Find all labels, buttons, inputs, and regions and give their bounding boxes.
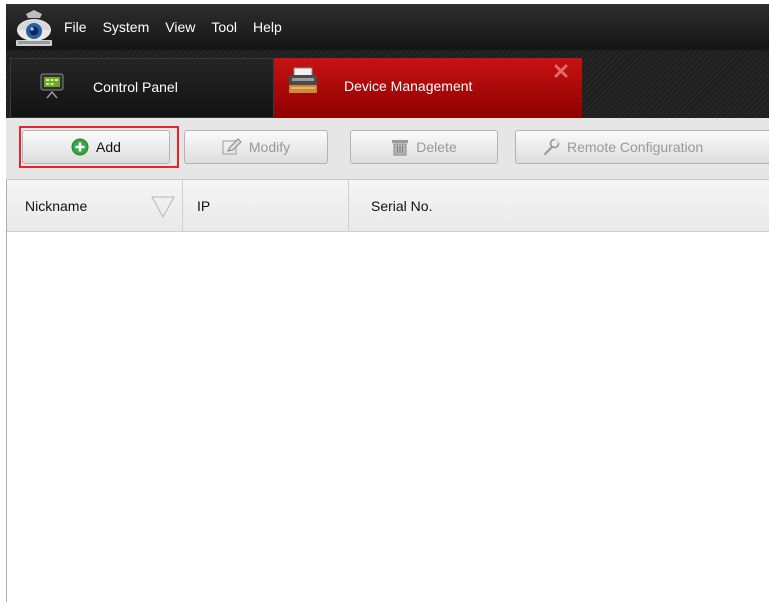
column-header-nickname-label: Nickname [25, 198, 88, 214]
edit-icon [222, 138, 242, 156]
column-header-serial-label: Serial No. [371, 198, 433, 214]
tab-control-panel[interactable]: Control Panel [10, 58, 274, 118]
tab-device-management-label: Device Management [344, 78, 473, 94]
column-header-nickname[interactable]: Nickname [7, 180, 183, 232]
tab-bar: Control Panel Device Management [6, 50, 769, 118]
control-panel-icon [39, 72, 65, 103]
add-icon [71, 138, 89, 156]
modify-button[interactable]: Modify [184, 130, 328, 164]
menu-file[interactable]: File [64, 19, 87, 35]
menu-bar: File System View Tool Help [6, 4, 769, 50]
device-management-icon [286, 66, 320, 99]
menu-help[interactable]: Help [253, 19, 282, 35]
wrench-icon [542, 138, 560, 156]
menu-system[interactable]: System [103, 19, 150, 35]
modify-button-label: Modify [248, 139, 291, 155]
menu-view[interactable]: View [165, 19, 195, 35]
column-header-serial[interactable]: Serial No. [349, 180, 769, 232]
add-button[interactable]: Add [22, 130, 170, 164]
menu-tool[interactable]: Tool [211, 19, 237, 35]
device-table: Nickname IP Serial No. [6, 180, 769, 602]
remote-configuration-button-label: Remote Configuration [567, 139, 704, 155]
table-header: Nickname IP Serial No. [7, 180, 769, 232]
table-body[interactable] [7, 232, 769, 602]
delete-button-label: Delete [416, 139, 457, 155]
tab-device-management[interactable]: Device Management [274, 58, 582, 118]
close-tab-icon[interactable] [554, 64, 568, 78]
tab-control-panel-label: Control Panel [93, 79, 178, 95]
column-header-ip[interactable]: IP [183, 180, 349, 232]
toolbar: Add Modify Delete Remote Configuration [6, 118, 769, 180]
delete-button[interactable]: Delete [350, 130, 498, 164]
remote-configuration-button[interactable]: Remote Configuration [515, 130, 769, 164]
column-header-ip-label: IP [197, 198, 211, 214]
trash-icon [391, 138, 409, 156]
add-button-label: Add [96, 139, 121, 155]
sort-filter-icon[interactable] [151, 196, 175, 221]
camera-logo-icon [6, 4, 64, 50]
